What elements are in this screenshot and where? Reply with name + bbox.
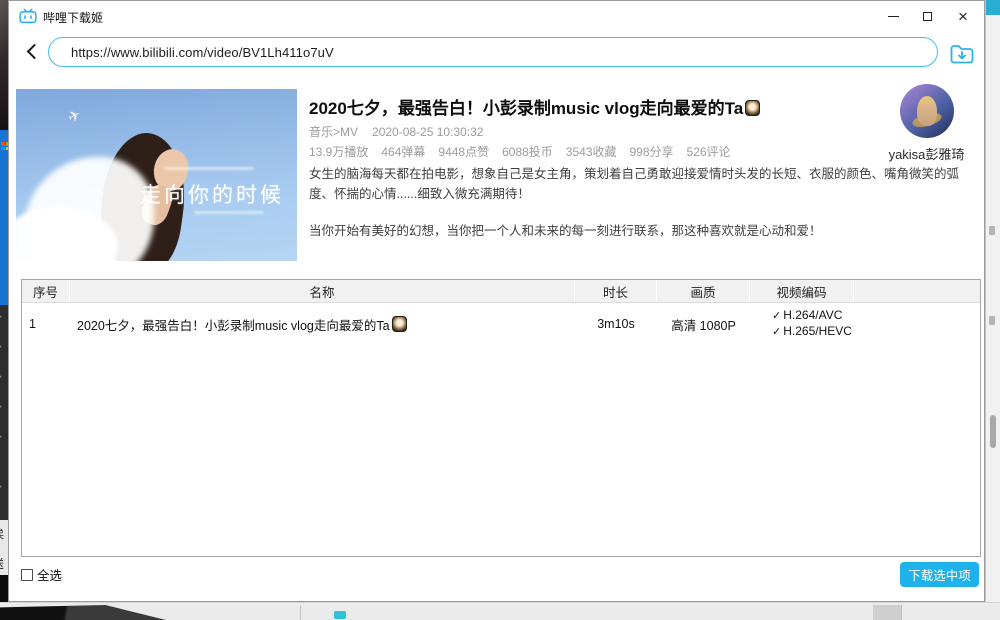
- header-duration: 时长: [575, 280, 657, 302]
- codec-1: H.264/AVC: [783, 308, 842, 322]
- video-title-text: 2020七夕，最强告白！小彭录制music vlog走向最爱的Ta: [309, 99, 743, 118]
- select-all-checkbox[interactable]: [21, 569, 33, 581]
- chevron-right-icon: >: [0, 343, 8, 353]
- cell-duration: 3m10s: [575, 315, 657, 333]
- video-description-p2: 当你开始有美好的幻想，当你把一个人和未来的每一刻进行联系，那这种喜欢就是心动和爱…: [309, 221, 964, 241]
- chevron-right-icon: >: [0, 403, 8, 413]
- download-folder-button[interactable]: [947, 40, 977, 66]
- clipped-text: 送: [0, 558, 8, 571]
- background-photo: [0, 0, 8, 130]
- stat-shares: 998分享: [630, 145, 674, 159]
- codec-2: H.265/HEVC: [783, 324, 852, 338]
- parts-table: 序号 名称 时长 画质 视频编码 1 2020七夕，最强告白！小彭录制music…: [21, 279, 981, 557]
- header-codec: 视频编码: [750, 280, 854, 302]
- check-icon: ✓: [772, 326, 781, 338]
- doge-emote-icon: [392, 316, 407, 332]
- background-right-window: [985, 0, 1000, 602]
- header-index: 序号: [22, 280, 70, 302]
- download-selected-button[interactable]: 下载选中项: [900, 562, 979, 587]
- video-stats-line: 13.9万播放 464弹幕 9448点赞 6088投币 3543收藏 998分享 526评论: [309, 143, 744, 160]
- maximize-icon: [923, 12, 932, 21]
- stat-plays: 13.9万播放: [309, 145, 368, 159]
- minimize-icon: [888, 16, 899, 17]
- app-window: 哔哩下载姬 × https://www.bilibili.com/video/B…: [8, 0, 985, 602]
- stat-danmaku: 464弹幕: [381, 145, 425, 159]
- header-quality: 画质: [657, 280, 750, 302]
- nav-row: https://www.bilibili.com/video/BV1Lh411o…: [9, 33, 984, 77]
- stat-coins: 6088投币: [502, 145, 553, 159]
- chevron-right-icon: >: [0, 433, 8, 443]
- uploader-avatar: [900, 84, 954, 138]
- windows-logo-icon: [1, 142, 8, 150]
- header-empty: [854, 280, 980, 302]
- folder-download-icon: [949, 42, 976, 65]
- select-all-label: 全选: [37, 565, 62, 584]
- thumbnail-scribble: [194, 211, 264, 214]
- bilibili-tv-icon: [19, 8, 37, 24]
- chevron-right-icon: >: [0, 313, 8, 323]
- title-bar: 哔哩下载姬 ×: [9, 1, 984, 31]
- url-text: https://www.bilibili.com/video/BV1Lh411o…: [71, 45, 334, 60]
- background-bottom-window: [0, 602, 1000, 620]
- chevron-right-icon: >: [0, 373, 8, 383]
- background-dark-shape: [0, 605, 170, 620]
- stat-comments: 526评论: [687, 145, 731, 159]
- back-button[interactable]: [21, 39, 47, 67]
- divider: [300, 606, 301, 620]
- stat-favorites: 3543收藏: [566, 145, 617, 159]
- close-icon: ×: [958, 8, 968, 25]
- background-mark: [989, 226, 995, 235]
- check-icon: ✓: [772, 310, 781, 322]
- cell-codecs: ✓H.264/AVC ✓H.265/HEVC: [750, 306, 854, 342]
- cell-empty: [854, 322, 980, 326]
- background-black-strip: [0, 575, 8, 602]
- background-scrollbar-thumb: [990, 415, 996, 448]
- cell-name-text: 2020七夕，最强告白！小彭录制music vlog走向最爱的Ta: [77, 319, 390, 333]
- doge-emote-icon: [745, 100, 760, 116]
- paper-plane-doodle-icon: ✈: [65, 105, 85, 127]
- background-gray-block: [873, 605, 901, 620]
- url-input[interactable]: https://www.bilibili.com/video/BV1Lh411o…: [48, 37, 938, 67]
- video-description-p1: 女生的脑海每天都在拍电影，想象自己是女主角，策划着自己勇敢迎接爱情时头发的长短、…: [309, 164, 964, 204]
- video-title: 2020七夕，最强告白！小彭录制music vlog走向最爱的Ta: [309, 94, 909, 119]
- divider: [901, 605, 902, 620]
- select-all-control[interactable]: 全选: [21, 565, 62, 584]
- uploader-name: yakisa彭雅琦: [869, 144, 984, 163]
- clipped-text: 诶: [0, 528, 8, 541]
- window-title: 哔哩下载姬: [43, 9, 103, 26]
- video-meta-line: 音乐>MV 2020-08-25 10:30:32: [309, 123, 483, 140]
- screen: > > > > > > 诶 送: [0, 0, 1000, 620]
- avatar-person: [917, 96, 937, 126]
- background-cyan-glyph: [334, 611, 346, 619]
- uploader-card[interactable]: yakisa彭雅琦: [869, 84, 984, 163]
- table-row[interactable]: 1 2020七夕，最强告白！小彭录制music vlog走向最爱的Ta 3m10…: [22, 303, 980, 345]
- background-mark: [989, 316, 995, 325]
- footer-bar: 全选 下载选中项: [9, 557, 984, 601]
- video-info-section: ✈ 走向你的时候 2020七夕，最强告白！小彭录制music vlog走向最爱的…: [9, 81, 984, 271]
- cover-title-text: 走向你的时候: [140, 179, 297, 209]
- cell-quality: 高清 1080P: [657, 313, 750, 336]
- header-name: 名称: [70, 280, 575, 302]
- chevron-right-icon: >: [0, 483, 8, 493]
- background-blue-panel: [0, 130, 8, 305]
- video-category: 音乐>MV: [309, 125, 358, 139]
- maximize-button[interactable]: [910, 1, 944, 31]
- stat-likes: 9448点赞: [438, 145, 489, 159]
- close-button[interactable]: ×: [946, 1, 980, 31]
- cell-index: 1: [22, 315, 70, 333]
- back-chevron-icon: [27, 44, 43, 60]
- background-left-window: > > > > > > 诶 送: [0, 0, 8, 602]
- background-cyan-corner: [986, 0, 1000, 15]
- table-header-row: 序号 名称 时长 画质 视频编码: [22, 280, 980, 303]
- publish-time: 2020-08-25 10:30:32: [372, 125, 483, 139]
- cell-name: 2020七夕，最强告白！小彭录制music vlog走向最爱的Ta: [70, 313, 575, 336]
- minimize-button[interactable]: [876, 1, 910, 31]
- video-thumbnail: ✈ 走向你的时候: [16, 89, 297, 261]
- thumbnail-scribble: [164, 167, 254, 170]
